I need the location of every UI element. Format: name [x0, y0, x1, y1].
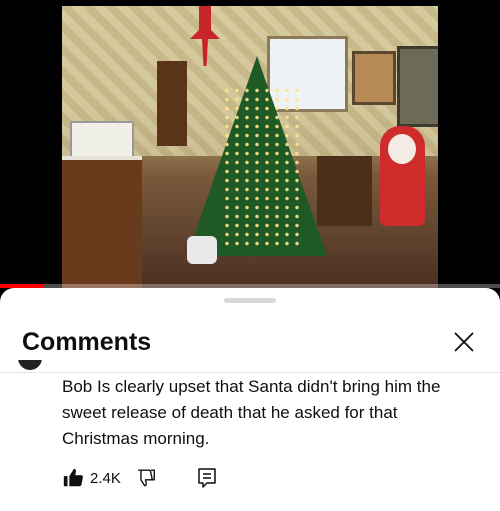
close-button[interactable]: [450, 328, 478, 356]
drag-handle[interactable]: [224, 298, 276, 303]
video-player[interactable]: [0, 0, 500, 288]
thumb-up-icon: [63, 468, 83, 487]
comment-actions: 2.4K: [62, 466, 217, 490]
video-scene-lights: [222, 86, 302, 246]
video-scene-cabinet: [62, 156, 142, 288]
video-scene-santa-face: [388, 134, 416, 164]
reply-button[interactable]: [197, 467, 217, 489]
video-frame[interactable]: [62, 6, 438, 288]
video-scene-picture: [352, 51, 396, 105]
comments-panel: Comments Bob Is clearly upset that Santa…: [0, 288, 500, 511]
video-scene-gift: [187, 236, 217, 264]
dislike-button[interactable]: [135, 467, 157, 489]
video-scene-picture: [397, 46, 438, 127]
like-count: 2.4K: [90, 469, 121, 487]
comment-text: Bob Is clearly upset that Santa didn't b…: [62, 377, 441, 448]
like-button[interactable]: 2.4K: [62, 467, 121, 489]
header-divider: [0, 372, 500, 373]
reply-icon: [198, 468, 216, 488]
video-scene-shelf: [157, 61, 187, 146]
comments-title: Comments: [22, 328, 152, 356]
avatar[interactable]: [18, 360, 42, 372]
close-icon: [454, 332, 474, 352]
thumb-down-icon: [138, 469, 155, 487]
